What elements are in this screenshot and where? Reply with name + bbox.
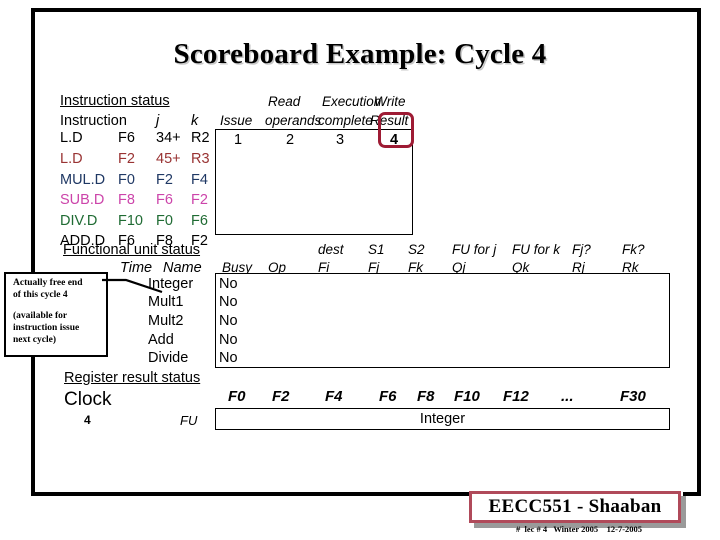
fu-busy-2: No — [219, 313, 238, 329]
register-header-6: F12 — [503, 388, 529, 405]
frame-right-edge — [697, 8, 701, 496]
fu-busy-1: No — [219, 294, 238, 310]
register-header-5: F10 — [454, 388, 480, 405]
header-execution-bottom: complete — [318, 113, 373, 128]
instruction-row-4-dest: F10 — [118, 213, 143, 229]
header-issue: Issue — [220, 113, 253, 128]
instruction-row-3-j: F6 — [156, 192, 173, 208]
fu-header-top-2: dest — [318, 242, 344, 257]
register-header-4: F8 — [417, 388, 435, 405]
register-result-status-heading: Register result status — [64, 370, 201, 386]
instruction-row-2-dest: F0 — [118, 172, 135, 188]
functional-unit-status-heading: Functional unit status — [63, 242, 201, 258]
header-execution-top: Execution — [322, 94, 382, 109]
register-header-3: F6 — [379, 388, 397, 405]
instruction-row-4-j: F0 — [156, 213, 173, 229]
header-j: j — [156, 113, 160, 129]
instruction-row-3-op: SUB.D — [60, 192, 105, 208]
callout-line-2: of this cycle 4 — [13, 290, 68, 300]
instruction-row-3-k: F2 — [191, 192, 208, 208]
fu-header-top-3: S1 — [368, 242, 385, 257]
header-k: k — [191, 113, 199, 129]
instruction-row-1-j: 45+ — [156, 151, 181, 167]
header-read-top: Read — [268, 94, 301, 109]
fu-name-4: Divide — [148, 350, 189, 366]
fu-label: FU — [180, 413, 198, 428]
register-header-8: F30 — [620, 388, 646, 405]
instruction-row-0-k: R2 — [191, 130, 210, 146]
footer-badge: EECC551 - Shaaban — [469, 491, 681, 523]
fu-header-top-7: Fj? — [572, 242, 591, 257]
callout-line-4: instruction issue — [13, 323, 80, 333]
slide-canvas: Scoreboard Example: Cycle 4 Instruction … — [0, 0, 720, 540]
fu-header-top-5: FU for j — [452, 242, 497, 257]
fu-busy-0: No — [219, 276, 238, 292]
instruction-row-0-dest: F6 — [118, 130, 135, 146]
instruction-row-4-k: F6 — [191, 213, 208, 229]
register-result-entry: Integer — [419, 411, 466, 427]
footer-badge-label: EECC551 - Shaaban — [488, 496, 662, 517]
header-write-top: Write — [374, 94, 406, 109]
clock-value: 4 — [84, 413, 91, 427]
instruction-row-2-k: F4 — [191, 172, 208, 188]
header-instruction: Instruction — [60, 113, 127, 129]
instruction-status-heading: Instruction status — [60, 93, 170, 109]
fu-busy-3: No — [219, 332, 238, 348]
instruction-row-0-op: L.D — [60, 130, 83, 146]
instruction-row-2-op: MUL.D — [60, 172, 106, 188]
frame-left-edge — [31, 8, 35, 496]
instruction-row-1-k: R3 — [191, 151, 210, 167]
callout-line-5: next cycle) — [13, 335, 56, 345]
instruction-row-0-j: 34+ — [156, 130, 181, 146]
register-header-1: F2 — [272, 388, 290, 405]
callout-line-1: Actually free end — [13, 278, 83, 288]
callout-line-3: (available for — [13, 311, 68, 321]
functional-unit-status-table-box — [215, 273, 670, 368]
fu-name-3: Add — [148, 332, 174, 348]
instruction-row-1-op: L.D — [60, 151, 83, 167]
cycle-execution-complete-value: 3 — [336, 132, 345, 148]
fu-busy-4: No — [219, 350, 238, 366]
footer-note: # lec # 4 Winter 2005 12-7-2005 — [515, 524, 643, 534]
instruction-row-3-dest: F8 — [118, 192, 135, 208]
cycle-read-operands-value: 2 — [286, 132, 295, 148]
fu-header-top-6: FU for k — [512, 242, 561, 257]
instruction-row-1-dest: F2 — [118, 151, 135, 167]
fu-header-top-8: Fk? — [622, 242, 645, 257]
register-header-0: F0 — [228, 388, 246, 405]
cycle-issue-value: 1 — [234, 132, 243, 148]
register-header-7: ... — [561, 388, 574, 405]
clock-label: Clock — [64, 389, 112, 410]
header-read-bottom: operands — [265, 113, 322, 128]
fu-name-2: Mult2 — [148, 313, 184, 329]
write-result-highlight-box — [378, 112, 414, 148]
frame-bottom-left-edge — [31, 492, 471, 496]
instruction-row-2-j: F2 — [156, 172, 173, 188]
fu-header-top-4: S2 — [408, 242, 425, 257]
instruction-row-4-op: DIV.D — [60, 213, 98, 229]
register-header-2: F4 — [325, 388, 343, 405]
page-title: Scoreboard Example: Cycle 4 — [173, 38, 547, 70]
frame-top-edge — [31, 8, 701, 12]
callout-leader-line — [102, 278, 163, 294]
